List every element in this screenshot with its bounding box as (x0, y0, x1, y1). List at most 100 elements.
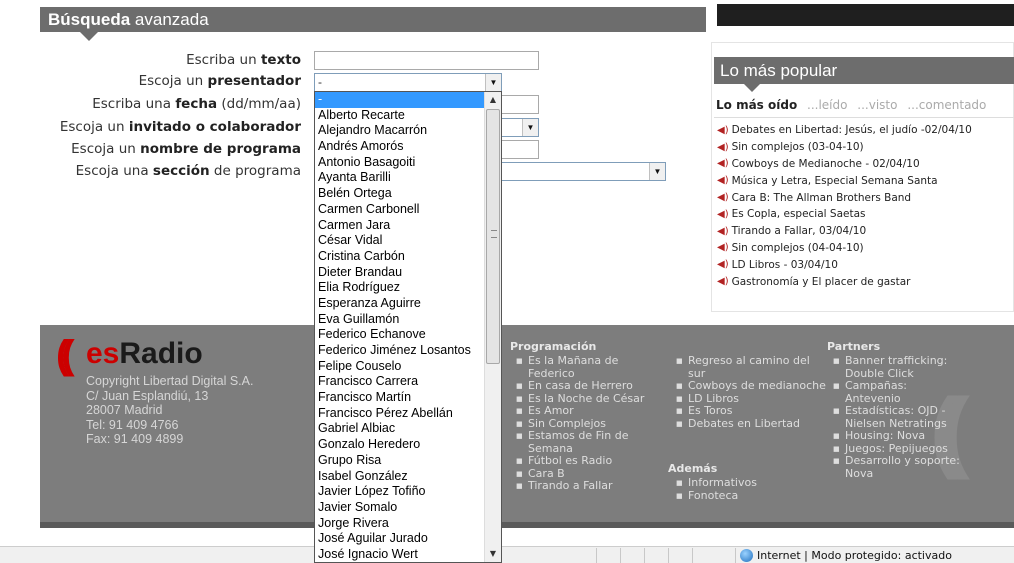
dropdown-option[interactable]: Jorge Rivera (315, 516, 501, 532)
popular-item-link[interactable]: Sin complejos (04-04-10) (732, 242, 864, 254)
popular-item-link[interactable]: Cara B: The Allman Brothers Band (732, 192, 912, 204)
chevron-down-icon[interactable]: ▼ (522, 119, 538, 136)
tab-most-commented[interactable]: ...comentado (907, 98, 986, 112)
footer-link[interactable]: Housing: Nova (845, 429, 925, 443)
popular-item[interactable]: ◀) LD Libros - 03/04/10 (717, 256, 1014, 273)
footer-link-item[interactable]: ■ Informativos (676, 476, 826, 490)
popular-item[interactable]: ◀) Debates en Libertad: Jesús, el judío -… (717, 122, 1014, 139)
footer-link-item[interactable]: ■ Cowboys de medianoche (676, 379, 826, 393)
dropdown-option[interactable]: Belén Ortega (315, 186, 501, 202)
popular-item[interactable]: ◀) Cowboys de Medianoche - 02/04/10 (717, 156, 1014, 173)
text-input[interactable] (314, 51, 539, 70)
footer-link[interactable]: Banner trafficking: Double Click (845, 354, 963, 380)
dropdown-option[interactable]: Alberto Recarte (315, 108, 501, 124)
dropdown-option[interactable]: Andrés Amorós (315, 139, 501, 155)
presenter-dropdown-list[interactable]: - Alberto Recarte Alejandro Macarrón Andrés… (314, 91, 502, 563)
popular-item-link[interactable]: Debates en Libertad: Jesús, el judío -02… (732, 124, 972, 136)
popular-item-link[interactable]: Gastronomía y El placer de gastar (732, 276, 911, 288)
footer-link[interactable]: Regreso al camino del sur (688, 354, 826, 380)
dropdown-option[interactable]: Javier Somalo (315, 500, 501, 516)
footer-link-item[interactable]: ■ Housing: Nova (833, 429, 963, 443)
footer-link-item[interactable]: ■ Estamos de Fin de Semana (516, 429, 666, 455)
scroll-down-icon[interactable]: ▼ (485, 546, 501, 562)
dropdown-option[interactable]: Francisco Carrera (315, 374, 501, 390)
footer-link-item[interactable]: ■ Es Amor (516, 404, 666, 418)
dropdown-option[interactable]: Ayanta Barilli (315, 170, 501, 186)
presenter-select[interactable]: - ▼ (314, 73, 502, 92)
footer-link-item[interactable]: ■ Es Toros (676, 404, 826, 418)
footer-link[interactable]: Campañas: Antevenio (845, 379, 963, 405)
dropdown-option[interactable]: Carmen Jara (315, 218, 501, 234)
footer-link[interactable]: Es Toros (688, 404, 733, 418)
footer-link-item[interactable]: ■ En casa de Herrero (516, 379, 666, 393)
chevron-down-icon[interactable]: ▼ (485, 74, 501, 91)
dropdown-scrollbar[interactable]: ▲ ▼ (484, 92, 501, 562)
dropdown-option[interactable]: Isabel González (315, 469, 501, 485)
tab-most-read[interactable]: ...leído (807, 98, 847, 112)
popular-item-link[interactable]: Es Copla, especial Saetas (732, 208, 866, 220)
dropdown-option[interactable]: Javier López Tofiño (315, 484, 501, 500)
esradio-logo[interactable]: esRadio (86, 337, 203, 371)
dropdown-option[interactable]: Elia Rodríguez (315, 280, 501, 296)
footer-link[interactable]: Es Amor (528, 404, 574, 418)
dropdown-option[interactable]: Federico Echanove (315, 327, 501, 343)
footer-link[interactable]: Desarrollo y soporte: Nova (845, 454, 963, 480)
popular-item[interactable]: ◀) Sin complejos (04-04-10) (717, 240, 1014, 257)
dropdown-option[interactable]: Alejandro Macarrón (315, 123, 501, 139)
dropdown-option[interactable]: Esperanza Aguirre (315, 296, 501, 312)
popular-item[interactable]: ◀) Sin complejos (03-04-10) (717, 139, 1014, 156)
tab-most-seen[interactable]: ...visto (857, 98, 897, 112)
footer-link-item[interactable]: ■ Regreso al camino del sur (676, 354, 826, 380)
dropdown-option[interactable]: Federico Jiménez Losantos (315, 343, 501, 359)
dropdown-option[interactable]: Antonio Basagoiti (315, 155, 501, 171)
footer-link-item[interactable]: ■ Debates en Libertad (676, 417, 826, 431)
security-zone[interactable]: Internet | Modo protegido: activado (740, 549, 952, 562)
popular-item-link[interactable]: Sin complejos (03-04-10) (732, 141, 864, 153)
footer-link[interactable]: Cowboys de medianoche (688, 379, 826, 393)
dropdown-option[interactable]: César Vidal (315, 233, 501, 249)
popular-item[interactable]: ◀) Cara B: The Allman Brothers Band (717, 189, 1014, 206)
popular-item[interactable]: ◀) Gastronomía y El placer de gastar (717, 273, 1014, 290)
footer-link[interactable]: Es la Mañana de Federico (528, 354, 666, 380)
dropdown-option[interactable]: José Ignacio Wert (315, 547, 501, 562)
footer-link-item[interactable]: ■ Fonoteca (676, 489, 826, 503)
footer-link-item[interactable]: ■ Tirando a Fallar (516, 479, 666, 493)
popular-item-link[interactable]: Música y Letra, Especial Semana Santa (732, 175, 938, 187)
dropdown-option[interactable]: Dieter Brandau (315, 265, 501, 281)
dropdown-option[interactable]: José Aguilar Jurado (315, 531, 501, 547)
dropdown-option[interactable]: Carmen Carbonell (315, 202, 501, 218)
popular-item-link[interactable]: Tirando a Fallar, 03/04/10 (732, 225, 867, 237)
popular-item[interactable]: ◀) Es Copla, especial Saetas (717, 206, 1014, 223)
dropdown-option[interactable]: Felipe Couselo (315, 359, 501, 375)
dropdown-option[interactable]: Gonzalo Heredero (315, 437, 501, 453)
chevron-down-icon[interactable]: ▼ (649, 163, 665, 180)
scroll-up-icon[interactable]: ▲ (485, 92, 501, 108)
tab-most-heard[interactable]: Lo más oído (716, 98, 797, 112)
footer-link[interactable]: Estadísticas: OJD - Nielsen Netratings (845, 404, 963, 430)
footer-link[interactable]: Informativos (688, 476, 757, 490)
popular-item-link[interactable]: LD Libros - 03/04/10 (732, 259, 838, 271)
footer-link-item[interactable]: ■ Es la Mañana de Federico (516, 354, 666, 380)
popular-item[interactable]: ◀) Música y Letra, Especial Semana Santa (717, 172, 1014, 189)
dropdown-option[interactable]: Grupo Risa (315, 453, 501, 469)
scrollbar-thumb[interactable] (486, 109, 500, 364)
footer-link-item[interactable]: ■ Estadísticas: OJD - Nielsen Netratings (833, 404, 963, 430)
footer-link-item[interactable]: ■ Desarrollo y soporte: Nova (833, 454, 963, 480)
popular-item[interactable]: ◀) Tirando a Fallar, 03/04/10 (717, 223, 1014, 240)
dropdown-option[interactable]: Francisco Pérez Abellán (315, 406, 501, 422)
dropdown-option[interactable]: - (315, 92, 501, 108)
footer-link-item[interactable]: ■ Campañas: Antevenio (833, 379, 963, 405)
footer-link[interactable]: Fonoteca (688, 489, 738, 503)
footer-link-item[interactable]: ■ Fútbol es Radio (516, 454, 666, 468)
footer-link[interactable]: Estamos de Fin de Semana (528, 429, 666, 455)
footer-link[interactable]: Tirando a Fallar (528, 479, 613, 493)
footer-link[interactable]: Debates en Libertad (688, 417, 800, 431)
dropdown-option[interactable]: Gabriel Albiac (315, 421, 501, 437)
popular-item-link[interactable]: Cowboys de Medianoche - 02/04/10 (732, 158, 920, 170)
footer-link[interactable]: En casa de Herrero (528, 379, 633, 393)
dropdown-option[interactable]: Francisco Martín (315, 390, 501, 406)
footer-link[interactable]: Fútbol es Radio (528, 454, 612, 468)
footer-link-item[interactable]: ■ Banner trafficking: Double Click (833, 354, 963, 380)
dropdown-option[interactable]: Cristina Carbón (315, 249, 501, 265)
dropdown-option[interactable]: Eva Guillamón (315, 312, 501, 328)
